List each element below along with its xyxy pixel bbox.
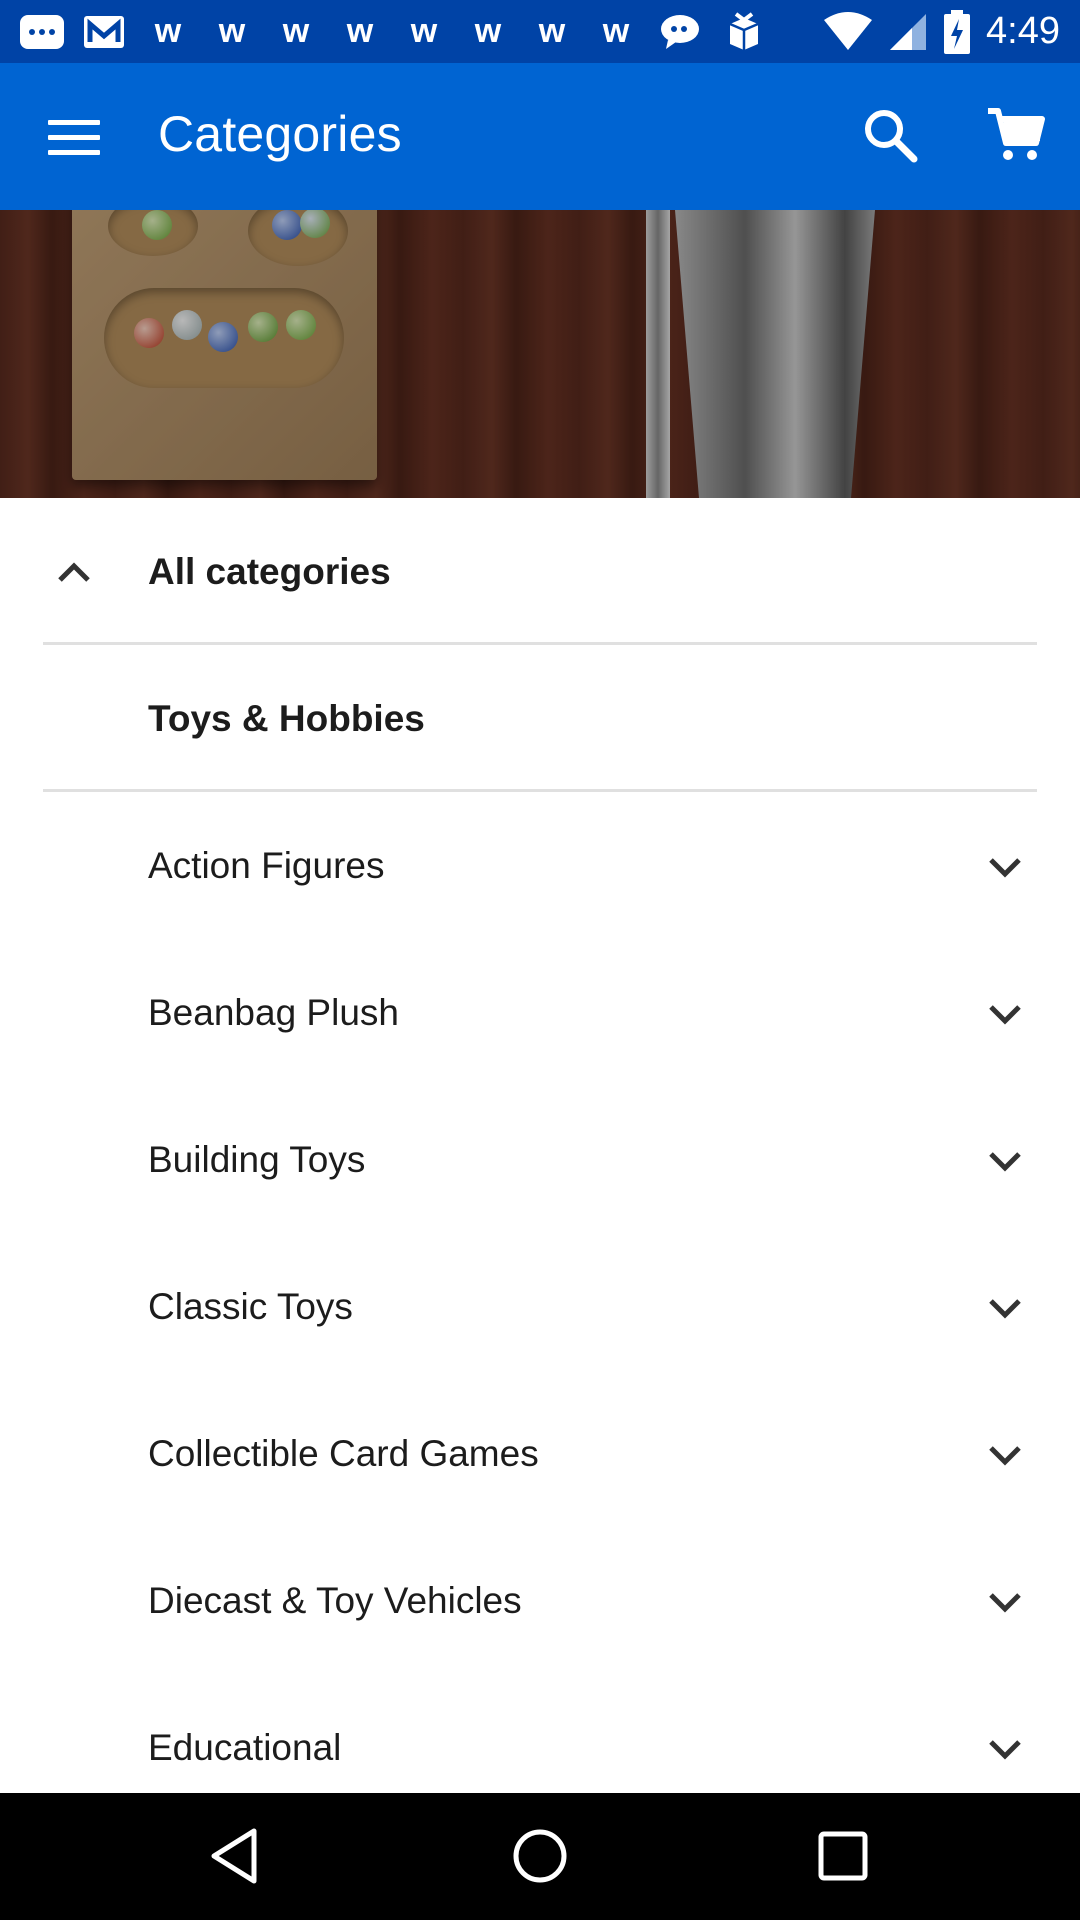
chevron-down-icon xyxy=(989,1151,1021,1172)
battery-charging-icon xyxy=(944,9,971,54)
chevron-down-icon xyxy=(989,1004,1021,1025)
app-bar: Categories xyxy=(0,63,1080,210)
cart-icon xyxy=(988,108,1045,160)
category-label: Diecast & Toy Vehicles xyxy=(148,1579,522,1621)
chevron-down-icon xyxy=(989,1592,1021,1613)
home-button[interactable] xyxy=(505,1821,575,1891)
list-item[interactable]: Action Figures xyxy=(0,792,1080,939)
notification-icons: w w w w w w w w xyxy=(20,11,768,52)
chevron-down-icon xyxy=(989,1298,1021,1319)
all-categories-label: All categories xyxy=(148,550,391,592)
box-icon xyxy=(720,11,768,52)
menu-icon-bar xyxy=(48,134,100,140)
w-app-icon: w xyxy=(282,12,310,50)
all-categories-row[interactable]: All categories xyxy=(0,498,1080,645)
category-label: Beanbag Plush xyxy=(148,991,399,1033)
signal-icon xyxy=(890,13,927,50)
category-label: Educational xyxy=(148,1726,342,1768)
gmail-icon xyxy=(80,12,128,52)
category-label: Action Figures xyxy=(148,844,385,886)
w-app-icon: w xyxy=(538,12,566,50)
search-button[interactable] xyxy=(858,103,922,167)
chevron-down-icon xyxy=(989,857,1021,878)
category-label: Classic Toys xyxy=(148,1285,353,1327)
menu-button[interactable] xyxy=(32,105,116,169)
chevron-down-icon xyxy=(989,1739,1021,1760)
system-nav-bar xyxy=(0,1793,1080,1920)
category-label: Collectible Card Games xyxy=(148,1432,539,1474)
wifi-icon xyxy=(824,11,873,50)
search-icon xyxy=(865,110,918,163)
w-app-icon: w xyxy=(346,12,374,50)
menu-icon-bar xyxy=(48,149,100,155)
status-bar: w w w w w w w w 4:49 xyxy=(0,0,1080,63)
list-item[interactable]: Diecast & Toy Vehicles xyxy=(0,1527,1080,1674)
list-item[interactable]: Classic Toys xyxy=(0,1233,1080,1380)
app-screen: w w w w w w w w 4:49 Categories All cate… xyxy=(0,0,1080,1920)
chevron-up-icon xyxy=(58,561,90,582)
selected-category-label: Toys & Hobbies xyxy=(148,697,425,739)
banner-overlay xyxy=(0,210,1080,498)
chat-icon xyxy=(656,12,704,52)
category-list: All categories Toys & Hobbies Action Fig… xyxy=(0,498,1080,1821)
recents-button[interactable] xyxy=(808,1821,878,1891)
w-app-icon: w xyxy=(474,12,502,50)
message-icon xyxy=(20,14,64,49)
list-item[interactable]: Beanbag Plush xyxy=(0,939,1080,1086)
menu-icon xyxy=(48,119,100,125)
cart-button[interactable] xyxy=(984,103,1048,167)
page-title: Categories xyxy=(158,106,402,162)
category-banner-image xyxy=(0,210,1080,498)
category-label: Building Toys xyxy=(148,1138,366,1180)
clock: 4:49 xyxy=(986,10,1060,52)
selected-category-row[interactable]: Toys & Hobbies xyxy=(0,645,1080,792)
w-app-icon: w xyxy=(218,12,246,50)
chevron-down-icon xyxy=(989,1445,1021,1466)
back-button[interactable] xyxy=(200,1821,270,1891)
w-app-icon: w xyxy=(602,12,630,50)
w-app-icon: w xyxy=(154,12,182,50)
system-status: 4:49 xyxy=(822,9,1060,54)
list-item[interactable]: Collectible Card Games xyxy=(0,1380,1080,1527)
list-item[interactable]: Building Toys xyxy=(0,1086,1080,1233)
w-app-icon: w xyxy=(410,12,438,50)
